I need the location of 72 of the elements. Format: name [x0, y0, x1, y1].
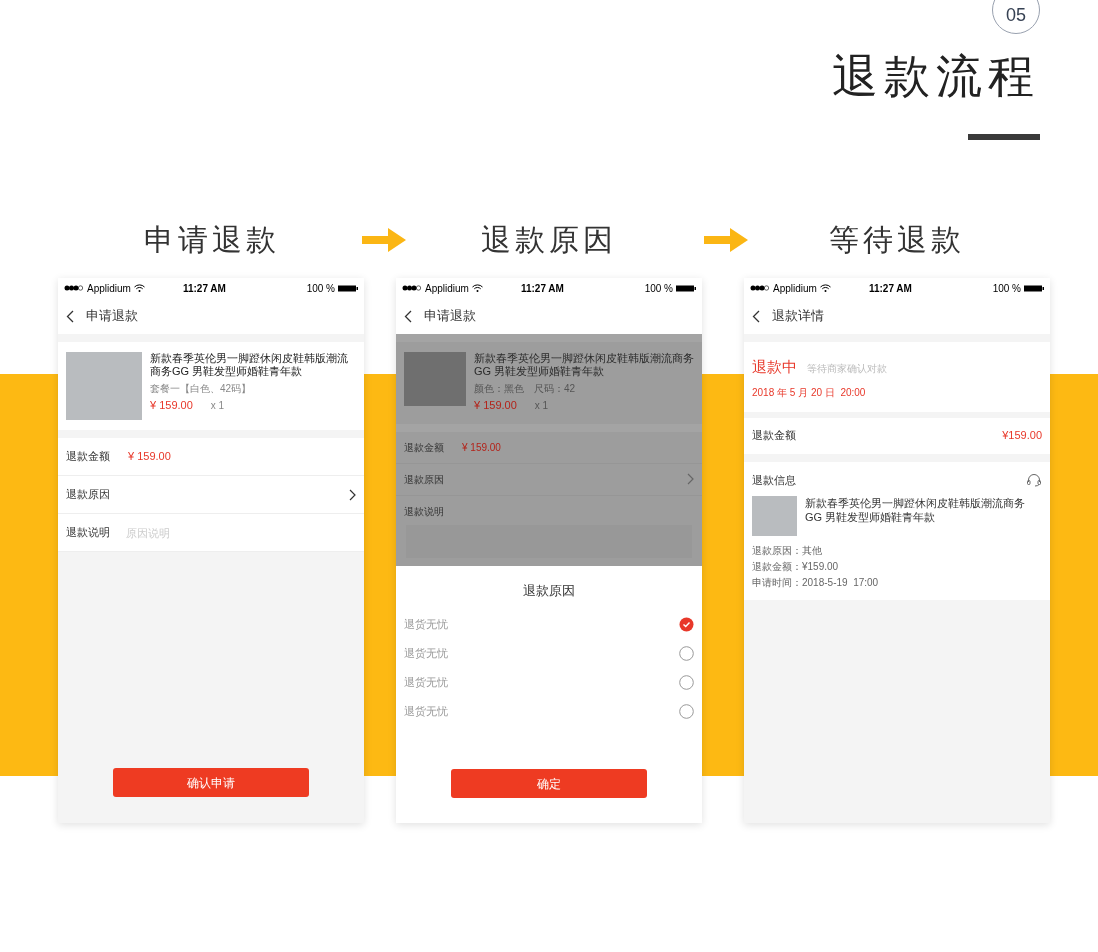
refund-status: 退款中 [752, 357, 797, 377]
sheet-title: 退款原因 [523, 583, 575, 598]
photo-placeholder [404, 352, 466, 406]
reason-row[interactable]: 退款原因 [58, 476, 364, 514]
photo-placeholder [752, 496, 797, 536]
battery-icon [676, 284, 696, 292]
chevron-right-icon[interactable] [349, 488, 356, 501]
product-name: 新款春季英伦男一脚蹬休闲皮鞋韩版潮流商务GG 男鞋发型师婚鞋青年款 [474, 352, 694, 378]
info-title: 退款信息 [752, 472, 796, 488]
radio-unchecked-icon[interactable] [679, 704, 694, 719]
headset-icon[interactable] [1026, 472, 1042, 487]
field-label: 退款说明 [66, 525, 110, 541]
wifi-icon [819, 284, 831, 292]
confirm-button[interactable]: 确定 [451, 769, 647, 798]
radio-checked-icon[interactable] [679, 617, 694, 632]
battery-icon [338, 284, 358, 292]
refund-amount: ¥159.00 [1002, 428, 1042, 444]
back-icon[interactable] [404, 309, 412, 323]
signal-icon [750, 285, 772, 291]
carrier-name: Applidium [773, 281, 817, 296]
back-icon[interactable] [66, 309, 74, 323]
battery-level: 100 % [644, 281, 673, 296]
clock-time: 11:27 AM [182, 281, 226, 296]
nav-title: 申请退款 [424, 307, 476, 326]
product-quantity: x 1 [534, 398, 549, 413]
radio-unchecked-icon[interactable] [679, 646, 694, 661]
reason-option[interactable]: 退货无忧 [404, 668, 694, 697]
reason-option[interactable]: 退货无忧 [404, 639, 694, 668]
page-title: 退款流程 [832, 49, 1040, 104]
carrier-name: Applidium [87, 281, 131, 296]
reason-option[interactable]: 退货无忧 [404, 610, 694, 639]
reason-option[interactable]: 退货无忧 [404, 697, 694, 726]
refund-amount: ¥ 159.00 [462, 440, 501, 455]
product-quantity: x 1 [210, 398, 225, 413]
reason-row[interactable]: 退款原因 [396, 463, 702, 496]
product-price: ¥ 159.00 [474, 398, 517, 413]
status-time: 2018 年 5 月 20 日 20:00 [752, 385, 867, 400]
refund-amount: ¥ 159.00 [128, 449, 171, 465]
signal-icon [64, 285, 86, 291]
product-variant: 套餐一【白色、42码】 [150, 382, 253, 395]
title-underline [968, 134, 1040, 140]
product-name: 新款春季英伦男一脚蹬休闲皮鞋韩版潮流商务GG 男鞋发型师婚鞋青年款 [805, 496, 1026, 525]
signal-icon [402, 285, 424, 291]
arrow-icon [704, 228, 748, 252]
info-line: 申请时间：2018-5-19 17:00 [752, 576, 880, 590]
field-label: 退款原因 [404, 472, 444, 487]
battery-icon [1024, 284, 1044, 292]
nav-title: 退款详情 [772, 307, 824, 326]
product-name: 新款春季英伦男一脚蹬休闲皮鞋韩版潮流商务GG 男鞋发型师婚鞋青年款 [150, 352, 349, 378]
wifi-icon [471, 284, 483, 292]
carrier-name: Applidium [425, 281, 469, 296]
wifi-icon [133, 284, 145, 292]
field-label: 退款说明 [404, 504, 445, 519]
battery-level: 100 % [306, 281, 335, 296]
back-icon[interactable] [752, 309, 760, 323]
radio-unchecked-icon[interactable] [679, 675, 694, 690]
step-title: 退款原因 [481, 223, 617, 256]
info-line: 退款金额：¥159.00 [752, 560, 840, 574]
amount-label: 退款金额 [752, 428, 796, 444]
product-price: ¥ 159.00 [150, 398, 193, 413]
clock-time: 11:27 AM [868, 281, 912, 296]
clock-time: 11:27 AM [520, 281, 564, 296]
step-title: 申请退款 [144, 223, 280, 256]
info-line: 退款原因：其他 [752, 544, 823, 558]
field-label: 退款原因 [66, 487, 110, 503]
submit-button[interactable]: 确认申请 [113, 768, 309, 797]
step-title: 等待退款 [829, 223, 965, 256]
field-label: 退款金额 [404, 440, 444, 455]
field-label: 退款金额 [66, 449, 110, 465]
arrow-icon [362, 228, 406, 252]
nav-title: 申请退款 [86, 307, 138, 326]
battery-level: 100 % [992, 281, 1021, 296]
